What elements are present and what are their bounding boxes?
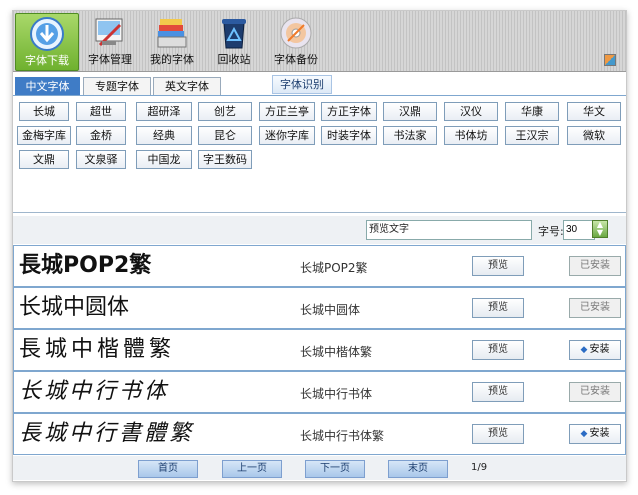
toolbar-backup-button[interactable]: 字体备份 [265, 13, 327, 69]
vendor-button[interactable]: 方正兰亭 [259, 102, 315, 121]
list-item: 長城中行書體繁 长城中行书体繁 预览 ◆ 安装 [13, 413, 626, 455]
installed-button[interactable]: 已安装 [569, 298, 621, 318]
font-name: 长城POP2繁 [300, 261, 368, 275]
recycle-bin-icon [222, 19, 246, 49]
vendor-button[interactable]: 文泉驿 [76, 150, 126, 169]
vendor-button[interactable]: 超研泽 [136, 102, 192, 121]
toolbar-download-button[interactable]: 字体下载 [15, 13, 79, 71]
font-name: 长城中圆体 [300, 303, 361, 317]
font-sample: 長城POP2繁 [19, 253, 152, 278]
vendor-button[interactable]: 经典 [136, 126, 192, 145]
preview-text-input[interactable] [366, 220, 532, 240]
tab-english-fonts[interactable]: 英文字体 [153, 77, 221, 95]
download-arrow-icon: ◆ [580, 345, 588, 355]
install-button[interactable]: ◆ 安装 [569, 424, 621, 444]
chevron-down-icon[interactable]: ▼ [593, 229, 607, 237]
vendor-button[interactable]: 金桥 [76, 126, 126, 145]
font-sample: 長城中行書體繁 [19, 421, 195, 446]
vendor-button[interactable]: 文鼎 [19, 150, 69, 169]
vendor-button[interactable]: 昆仑 [198, 126, 252, 145]
install-label: 安装 [589, 428, 610, 439]
preview-button[interactable]: 预览 [472, 256, 524, 276]
toolbar-label: 回收站 [217, 53, 251, 66]
installed-button[interactable]: 已安装 [569, 256, 621, 276]
vendor-button[interactable]: 汉鼎 [383, 102, 437, 121]
vendor-button[interactable]: 王汉宗 [505, 126, 559, 145]
vendor-button[interactable]: 字王数码 [198, 150, 252, 169]
font-sample: 长城中圆体 [19, 295, 130, 320]
vendor-button[interactable]: 华文 [567, 102, 621, 121]
vendor-button[interactable]: 迷你字库 [259, 126, 315, 145]
font-manage-icon [95, 18, 123, 47]
toolbar-label: 字体下载 [25, 54, 69, 67]
vendor-button[interactable]: 超世 [76, 102, 126, 121]
vendor-button[interactable]: 书法家 [383, 126, 437, 145]
vendor-button[interactable]: 方正字体 [321, 102, 377, 121]
installed-button[interactable]: 已安装 [569, 382, 621, 402]
vendor-button[interactable]: 金梅字库 [17, 126, 71, 145]
vendor-button[interactable]: 微软 [567, 126, 621, 145]
font-sample: 長城中楷體繁 [19, 337, 176, 362]
font-vendor-panel: 长城 超世 超研泽 创艺 方正兰亭 方正字体 汉鼎 汉仪 华康 华文 金梅字库 … [13, 96, 626, 213]
font-name: 长城中行书体 [300, 387, 373, 401]
preview-bar: 字号: ▲ ▼ [13, 216, 626, 244]
backup-disc-icon [280, 17, 312, 49]
toolbar-recycle-bin-button[interactable]: 回收站 [203, 13, 265, 69]
prev-page-button[interactable]: 上一页 [222, 460, 282, 478]
category-tabs: 中文字体 专题字体 英文字体 字体识别 [13, 75, 626, 96]
font-size-stepper[interactable]: ▲ ▼ [592, 220, 608, 238]
vendor-button[interactable]: 创艺 [198, 102, 252, 121]
toolbar-label: 字体管理 [88, 53, 132, 66]
next-page-button[interactable]: 下一页 [305, 460, 365, 478]
last-page-button[interactable]: 末页 [388, 460, 448, 478]
vendor-button[interactable]: 时装字体 [321, 126, 377, 145]
toolbar-label: 字体备份 [274, 53, 318, 66]
install-button[interactable]: ◆ 安装 [569, 340, 621, 360]
preview-button[interactable]: 预览 [472, 298, 524, 318]
vendor-button[interactable]: 汉仪 [444, 102, 498, 121]
preview-button[interactable]: 预览 [472, 382, 524, 402]
list-item: 長城POP2繁 长城POP2繁 预览 已安装 [13, 245, 626, 287]
install-label: 安装 [589, 344, 610, 355]
window-mode-icon[interactable] [604, 54, 616, 66]
list-item: 长城中行书体 长城中行书体 预览 已安装 [13, 371, 626, 413]
app-window: 字体下载 字体管理 我的字体 回收站 字体备份 中文字体 专题字体 英文字体 字… [12, 10, 627, 482]
my-fonts-icon [157, 19, 187, 48]
vendor-button[interactable]: 书体坊 [444, 126, 498, 145]
list-item: 長城中楷體繁 长城中楷体繁 预览 ◆ 安装 [13, 329, 626, 371]
pagination: 首页 上一页 下一页 末页 1/9 [13, 456, 626, 480]
preview-button[interactable]: 预览 [472, 340, 524, 360]
download-arrow-icon: ◆ [580, 429, 588, 439]
toolbar-font-manage-button[interactable]: 字体管理 [79, 13, 141, 69]
vendor-button[interactable]: 长城 [19, 102, 69, 121]
vendor-button[interactable]: 华康 [505, 102, 559, 121]
first-page-button[interactable]: 首页 [138, 460, 198, 478]
vendor-button[interactable]: 中国龙 [136, 150, 192, 169]
list-item: 长城中圆体 长城中圆体 预览 已安装 [13, 287, 626, 329]
font-recognition-button[interactable]: 字体识别 [272, 75, 332, 94]
toolbar-my-fonts-button[interactable]: 我的字体 [141, 13, 203, 69]
font-size-label: 字号: [538, 225, 564, 238]
download-icon [30, 17, 64, 51]
toolbar-label: 我的字体 [150, 53, 194, 66]
preview-button[interactable]: 预览 [472, 424, 524, 444]
page-indicator: 1/9 [471, 462, 488, 473]
font-size-input[interactable] [563, 220, 595, 240]
font-sample: 长城中行书体 [19, 379, 170, 404]
font-name: 长城中楷体繁 [300, 345, 373, 359]
font-name: 长城中行书体繁 [300, 429, 385, 443]
toolbar: 字体下载 字体管理 我的字体 回收站 字体备份 [13, 11, 626, 72]
tab-topic-fonts[interactable]: 专题字体 [83, 77, 151, 95]
tab-chinese-fonts[interactable]: 中文字体 [15, 77, 80, 95]
